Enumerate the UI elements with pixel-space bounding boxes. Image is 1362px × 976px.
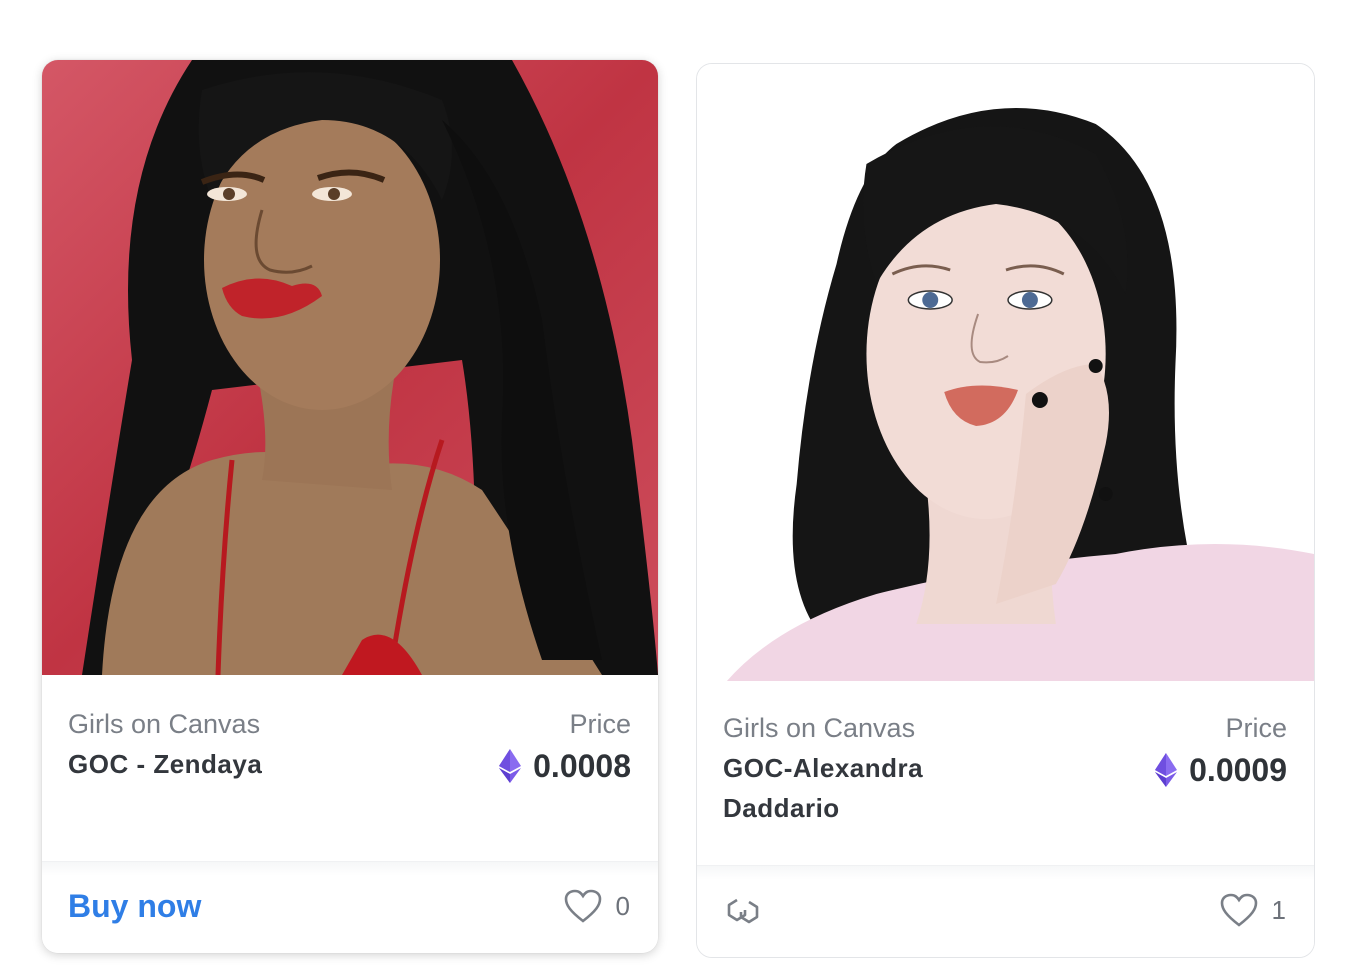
ethereum-icon <box>1155 753 1178 787</box>
like-count: 0 <box>615 890 630 921</box>
nft-card-zendaya[interactable]: Girls on Canvas GOC - Zendaya Price 0.00… <box>42 60 658 953</box>
artwork-image[interactable] <box>42 60 658 675</box>
ethereum-icon <box>499 749 522 783</box>
like-button[interactable]: 1 <box>1220 893 1286 927</box>
nft-card-alexandra-daddario[interactable]: Girls on Canvas GOC-Alexandra Daddario P… <box>696 63 1315 958</box>
price-amount: 0.0008 <box>533 748 631 784</box>
price-block: Price 0.0008 <box>499 708 631 784</box>
card-footer: Buy now 0 <box>42 861 658 953</box>
artwork-image[interactable] <box>697 64 1314 681</box>
like-count: 1 <box>1271 894 1286 925</box>
price-amount: 0.0009 <box>1189 752 1287 788</box>
card-info: Girls on Canvas GOC-Alexandra Daddario P… <box>723 712 1287 828</box>
card-footer: 1 <box>697 865 1314 957</box>
price-label: Price <box>1225 713 1287 743</box>
price-block: Price 0.0009 <box>1155 712 1287 788</box>
heart-icon <box>1220 893 1257 927</box>
like-button[interactable]: 0 <box>564 889 630 923</box>
polygon-icon <box>727 898 759 924</box>
heart-icon <box>564 889 601 923</box>
card-info: Girls on Canvas GOC - Zendaya Price 0.00… <box>68 708 631 784</box>
price-label: Price <box>569 709 631 739</box>
buy-now-button[interactable]: Buy now <box>68 888 201 925</box>
price-value-row: 0.0008 <box>499 748 631 784</box>
nft-title[interactable]: GOC-Alexandra Daddario <box>723 748 983 828</box>
price-value-row: 0.0009 <box>1155 752 1287 788</box>
